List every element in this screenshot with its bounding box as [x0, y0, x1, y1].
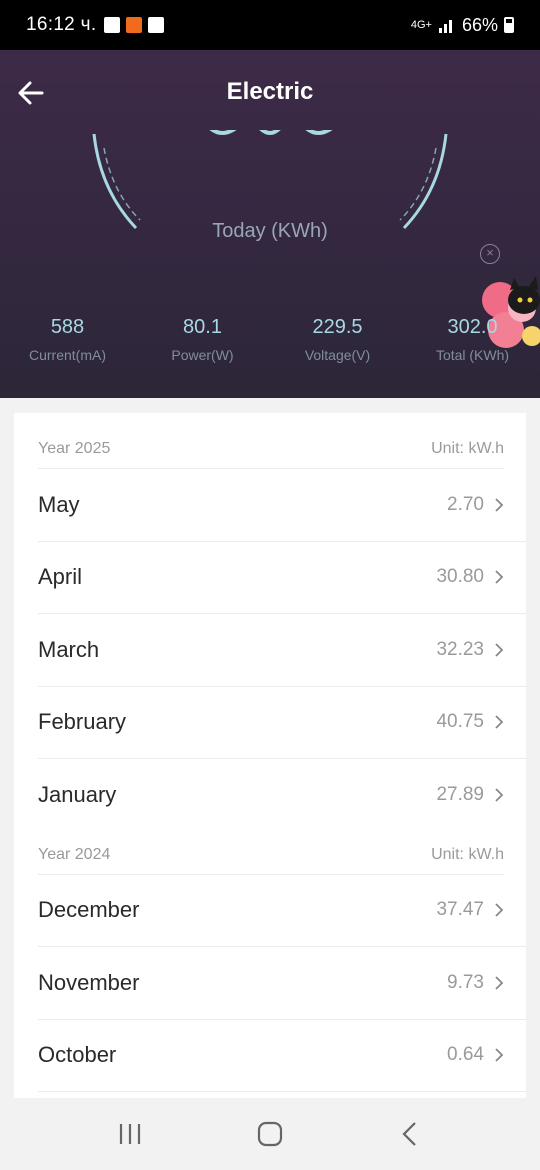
chevron-right-icon: [495, 715, 504, 729]
stats-row: 588 Current(mA) 80.1 Power(W) 229.5 Volt…: [0, 316, 540, 363]
month-value: 27.89: [436, 784, 484, 806]
stat-current: 588 Current(mA): [0, 316, 135, 363]
stat-value: 229.5: [312, 316, 363, 338]
month-name: May: [38, 491, 80, 517]
month-value: 32.23: [436, 638, 484, 660]
energy-gauge: [92, 130, 448, 230]
month-value: 9.73: [447, 971, 484, 993]
gauge-label: Today (KWh): [212, 220, 328, 242]
chevron-right-icon: [495, 1048, 504, 1062]
signal-icon: [438, 20, 452, 33]
page-title: Electric: [226, 78, 314, 105]
month-value: 30.80: [436, 566, 484, 588]
month-value: 40.75: [436, 711, 484, 733]
month-name: November: [38, 969, 140, 995]
month-name: February: [38, 709, 127, 735]
unit-label: Unit: kW.h: [431, 845, 504, 863]
year-label: Year 2025: [38, 440, 111, 457]
year-header: Year 2025 Unit: kW.h: [38, 413, 504, 469]
year-label: Year 2024: [38, 845, 111, 863]
header: Electric Today (KWh) × 588 Current(mA) 8…: [0, 50, 540, 398]
home-icon: [257, 1121, 283, 1147]
close-ad-icon[interactable]: ×: [480, 244, 500, 264]
month-value: 2.70: [447, 493, 484, 515]
stat-voltage: 229.5 Voltage(V): [270, 316, 405, 363]
chevron-right-icon: [495, 903, 504, 917]
stat-label: Voltage(V): [304, 347, 371, 363]
back-button[interactable]: [390, 1114, 430, 1154]
history-card: Year 2025 Unit: kW.h May 2.70 April 30.8…: [14, 413, 526, 1103]
stat-power: 80.1 Power(W): [135, 316, 270, 363]
recents-icon: [119, 1124, 141, 1144]
month-row-november[interactable]: November 9.73: [38, 947, 526, 1020]
recents-button[interactable]: [110, 1114, 150, 1154]
status-time: 16:12 ч.: [26, 14, 97, 35]
chevron-right-icon: [495, 498, 504, 512]
month-row-october[interactable]: October 0.64: [38, 1020, 526, 1092]
month-row-january[interactable]: January 27.89: [38, 759, 526, 832]
month-name: March: [38, 636, 100, 662]
month-name: April: [38, 564, 83, 590]
stat-value: 302.0: [447, 316, 498, 338]
chevron-right-icon: [495, 643, 504, 657]
month-name: December: [38, 897, 140, 923]
month-row-february[interactable]: February 40.75: [38, 687, 526, 759]
month-value: 0.64: [447, 1044, 484, 1066]
notification-icons: [104, 17, 165, 33]
status-right: 4G+ 66%: [411, 15, 514, 36]
stat-value: 588: [50, 316, 85, 338]
network-label: 4G+: [410, 19, 432, 31]
system-nav-bar: [0, 1098, 540, 1170]
month-row-december[interactable]: December 37.47: [38, 875, 526, 947]
chevron-right-icon: [495, 788, 504, 802]
battery-percent: 66%: [461, 14, 498, 35]
month-row-april[interactable]: April 30.80: [38, 542, 526, 614]
status-bar: 16:12 ч. 4G+ 66%: [0, 0, 540, 50]
unit-label: Unit: kW.h: [431, 440, 504, 457]
month-name: October: [38, 1042, 117, 1068]
stat-label: Current(mA): [28, 347, 106, 363]
chevron-right-icon: [495, 976, 504, 990]
month-row-march[interactable]: March 32.23: [38, 614, 526, 687]
month-value: 37.47: [436, 899, 484, 921]
check-notification-icon: [148, 17, 165, 33]
back-icon: [402, 1122, 416, 1146]
stat-label: Total (KWh): [435, 347, 510, 363]
month-row-may[interactable]: May 2.70: [38, 469, 526, 542]
stat-total: 302.0 Total (KWh): [405, 316, 540, 363]
month-name: January: [38, 782, 117, 808]
gallery-notification-icon: [104, 17, 121, 33]
battery-icon: [504, 17, 514, 33]
chevron-right-icon: [495, 570, 504, 584]
stat-label: Power(W): [171, 347, 234, 363]
home-button[interactable]: [250, 1114, 290, 1154]
app-notification-icon: [126, 17, 143, 33]
year-header: Year 2024 Unit: kW.h: [38, 832, 504, 875]
stat-value: 80.1: [183, 316, 222, 338]
